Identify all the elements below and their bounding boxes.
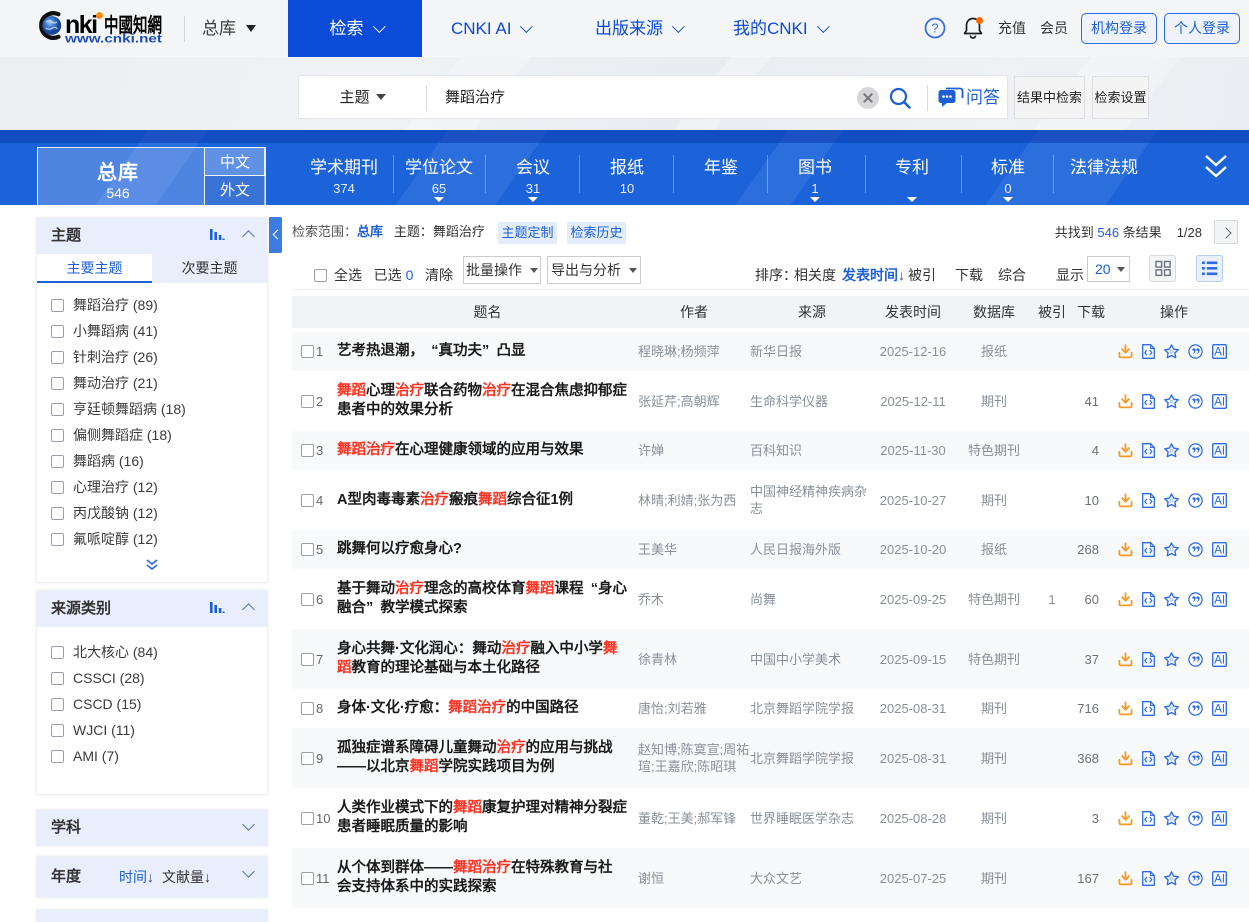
svg-text:AI: AI [1214, 347, 1225, 359]
svg-text:www.cnki.net: www.cnki.net [64, 34, 163, 46]
svg-text:AI: AI [1214, 446, 1225, 458]
svg-text:AI: AI [1214, 813, 1225, 825]
svg-text:AI: AI [1214, 594, 1225, 606]
svg-text:AI: AI [1214, 654, 1225, 666]
svg-text:AI: AI [1214, 495, 1225, 507]
svg-text:AI: AI [1214, 396, 1225, 408]
svg-text:?: ? [931, 21, 938, 36]
svg-text:AI: AI [1214, 704, 1225, 716]
svg-text:AI: AI [1214, 545, 1225, 557]
svg-text:AI: AI [1214, 753, 1225, 765]
svg-text:AI: AI [1214, 873, 1225, 885]
